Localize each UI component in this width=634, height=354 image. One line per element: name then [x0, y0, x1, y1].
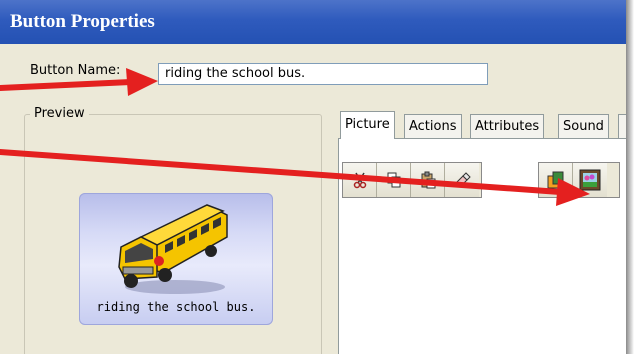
- paste-icon: [421, 171, 435, 189]
- eraser-icon: [455, 172, 471, 188]
- copy-icon: [387, 172, 400, 188]
- button-name-input[interactable]: riding the school bus.: [158, 63, 488, 85]
- button-name-label: Button Name:: [30, 63, 121, 78]
- scissors-icon: [353, 172, 366, 189]
- picture-toolbar: [538, 162, 620, 198]
- school-bus-image: [118, 204, 228, 294]
- layers-button[interactable]: [539, 163, 573, 197]
- edit-toolbar: [342, 162, 482, 198]
- tab-picture[interactable]: Picture: [340, 111, 395, 139]
- tab-actions[interactable]: Actions: [404, 114, 462, 138]
- preview-legend: Preview: [30, 106, 89, 121]
- window-shadow: [626, 0, 634, 354]
- cut-button[interactable]: [343, 163, 377, 197]
- window-title: Button Properties: [10, 11, 155, 32]
- paste-button[interactable]: [411, 163, 445, 197]
- preview-caption: riding the school bus.: [96, 300, 256, 314]
- picture-frame-icon: [579, 169, 601, 191]
- picture-button[interactable]: [573, 163, 607, 197]
- tab-sound[interactable]: Sound: [558, 114, 609, 138]
- copy-button[interactable]: [377, 163, 411, 197]
- tab-overflow[interactable]: [618, 114, 626, 138]
- layers-icon: [547, 171, 563, 189]
- button-properties-window: Button Properties Button Name: riding th…: [0, 0, 626, 354]
- tab-attributes[interactable]: Attributes: [470, 114, 545, 138]
- clear-button[interactable]: [445, 163, 479, 197]
- title-bar[interactable]: Button Properties: [0, 0, 626, 44]
